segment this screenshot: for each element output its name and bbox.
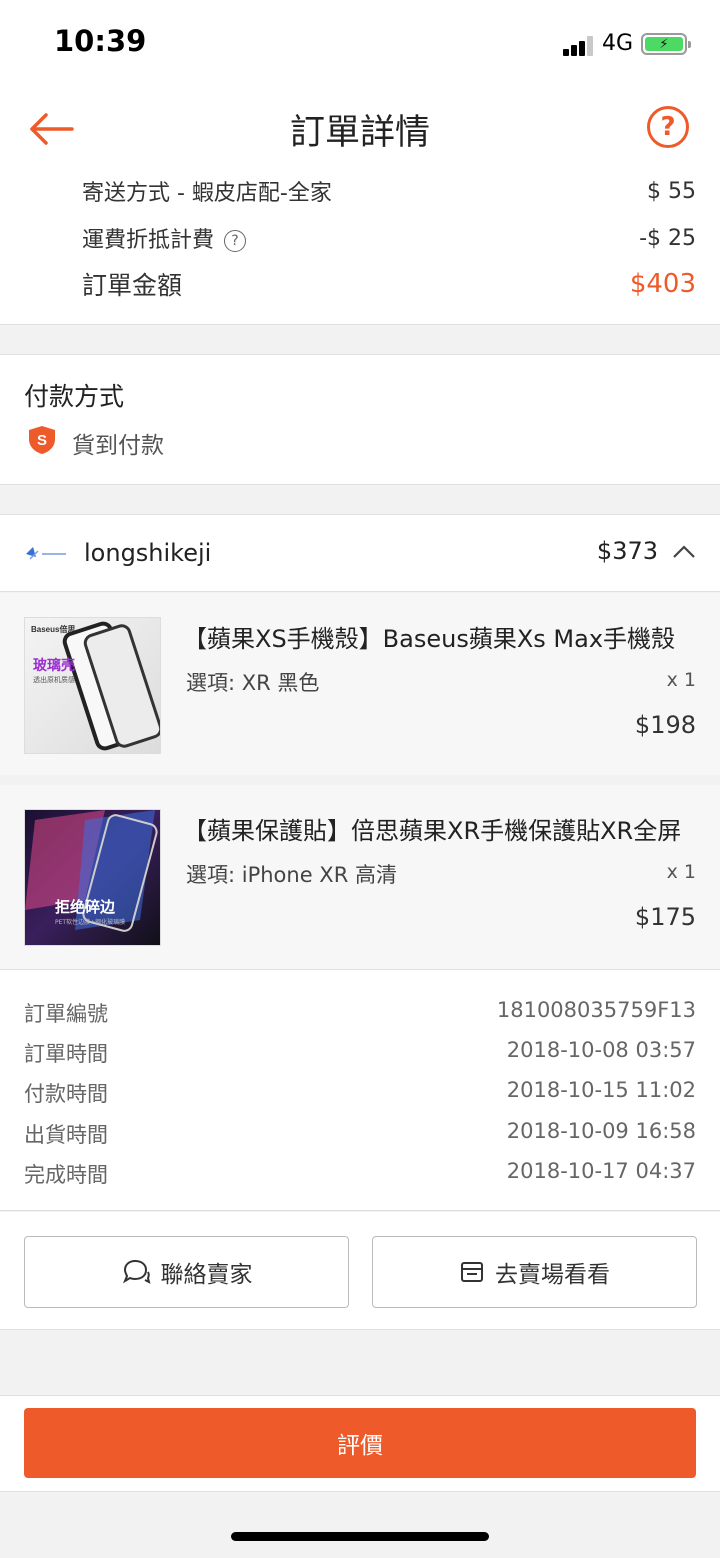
home-indicator[interactable] bbox=[231, 1532, 489, 1541]
action-bar: 聯絡賣家 去賣場看看 bbox=[0, 1212, 720, 1330]
order-info-row: 訂單編號 181008035759F13 bbox=[24, 998, 696, 1028]
status-time: 10:39 bbox=[54, 24, 147, 58]
svg-text:S: S bbox=[37, 432, 47, 449]
shipping-label: 寄送方式 - 蝦皮店配-全家 bbox=[82, 181, 332, 206]
shop-header[interactable]: longshikeji $373 bbox=[0, 514, 720, 592]
product-option: 選項: iPhone XR 高清 bbox=[186, 863, 397, 887]
order-info-label: 出貨時間 bbox=[24, 1123, 108, 1147]
product-image-subtitle: PET软性边膜+钢化玻璃膜 bbox=[55, 918, 125, 926]
product-image: 拒绝碎边 PET软性边膜+钢化玻璃膜 bbox=[24, 809, 161, 946]
payment-title: 付款方式 bbox=[24, 382, 125, 411]
discount-value: -$ 25 bbox=[639, 225, 696, 251]
product-price: $175 bbox=[634, 903, 696, 931]
shop-name: longshikeji bbox=[84, 539, 212, 567]
order-info-value: 2018-10-15 11:02 bbox=[506, 1078, 696, 1102]
product-image-caption: 拒绝碎边 bbox=[55, 898, 116, 916]
contact-seller-button[interactable]: 聯絡賣家 bbox=[24, 1236, 349, 1308]
visit-shop-button[interactable]: 去賣場看看 bbox=[372, 1236, 697, 1308]
shipping-value: $ 55 bbox=[647, 178, 696, 204]
shield-icon: S bbox=[28, 425, 56, 461]
shop-icon bbox=[459, 1260, 485, 1284]
shop-logo bbox=[24, 545, 68, 563]
page-title: 訂單詳情 bbox=[289, 113, 430, 153]
battery-icon: ⚡ bbox=[641, 33, 691, 55]
product-option: 選項: XR 黑色 bbox=[186, 671, 320, 695]
chevron-up-icon[interactable] bbox=[672, 537, 696, 565]
signal-icon bbox=[563, 36, 597, 56]
chat-icon bbox=[121, 1258, 151, 1286]
product-qty: x 1 bbox=[666, 669, 696, 691]
order-info-row: 付款時間 2018-10-15 11:02 bbox=[24, 1078, 696, 1108]
product-item[interactable]: Baseus倍思 玻璃壳 透出原机质感 【蘋果XS手機殼】Baseus蘋果Xs … bbox=[0, 593, 720, 775]
total-row: 訂單金額 $403 bbox=[82, 266, 696, 302]
product-item[interactable]: 拒绝碎边 PET软性边膜+钢化玻璃膜 【蘋果保護貼】倍思蘋果XR手機保護貼XR全… bbox=[0, 785, 720, 969]
discount-label: 運費折抵計費 bbox=[82, 228, 215, 253]
help-icon[interactable]: ? bbox=[647, 106, 689, 148]
order-info-value: 181008035759F13 bbox=[496, 998, 696, 1022]
order-info-value: 2018-10-08 03:57 bbox=[506, 1038, 696, 1062]
shipping-row: 寄送方式 - 蝦皮店配-全家 $ 55 bbox=[82, 175, 696, 207]
order-info-row: 出貨時間 2018-10-09 16:58 bbox=[24, 1119, 696, 1149]
product-image-caption: 玻璃壳 bbox=[33, 657, 75, 674]
product-image-subtitle: 透出原机质感 bbox=[33, 675, 75, 684]
product-image: Baseus倍思 玻璃壳 透出原机质感 bbox=[24, 617, 161, 754]
shop-total-value: $373 bbox=[596, 537, 658, 565]
order-info-value: 2018-10-17 04:37 bbox=[506, 1159, 696, 1183]
order-info-label: 付款時間 bbox=[24, 1082, 108, 1106]
payment-section: 付款方式 S 貨到付款 bbox=[0, 354, 720, 485]
network-type: 4G bbox=[602, 31, 634, 56]
product-price: $198 bbox=[634, 711, 696, 739]
contact-seller-label: 聯絡賣家 bbox=[160, 1262, 253, 1288]
visit-shop-label: 去賣場看看 bbox=[495, 1262, 610, 1288]
order-info-row: 訂單時間 2018-10-08 03:57 bbox=[24, 1038, 696, 1068]
order-info-label: 訂單時間 bbox=[24, 1042, 108, 1066]
nav-bar: 訂單詳情 ? bbox=[0, 88, 720, 170]
total-value: $403 bbox=[629, 269, 696, 299]
order-info-value: 2018-10-09 16:58 bbox=[506, 1119, 696, 1143]
status-bar: 10:39 4G ⚡ bbox=[0, 0, 720, 88]
product-qty: x 1 bbox=[666, 861, 696, 883]
product-name: 【蘋果保護貼】倍思蘋果XR手機保護貼XR全屏 bbox=[183, 817, 682, 845]
order-info: 訂單編號 181008035759F13 訂單時間 2018-10-08 03:… bbox=[0, 969, 720, 1211]
order-info-label: 訂單編號 bbox=[24, 1002, 108, 1026]
payment-method: S 貨到付款 bbox=[28, 425, 164, 461]
price-summary: 寄送方式 - 蝦皮店配-全家 $ 55 運費折抵計費? -$ 25 訂單金額 $… bbox=[0, 170, 720, 325]
rate-button[interactable]: 評價 bbox=[24, 1408, 696, 1478]
payment-method-label: 貨到付款 bbox=[72, 433, 164, 459]
order-info-row: 完成時間 2018-10-17 04:37 bbox=[24, 1159, 696, 1189]
info-icon[interactable]: ? bbox=[224, 230, 247, 252]
discount-row: 運費折抵計費? -$ 25 bbox=[82, 222, 696, 254]
shop-total: $373 bbox=[597, 537, 696, 565]
total-label: 訂單金額 bbox=[82, 271, 183, 300]
order-info-label: 完成時間 bbox=[24, 1163, 108, 1187]
product-name: 【蘋果XS手機殼】Baseus蘋果Xs Max手機殼 bbox=[183, 625, 676, 653]
